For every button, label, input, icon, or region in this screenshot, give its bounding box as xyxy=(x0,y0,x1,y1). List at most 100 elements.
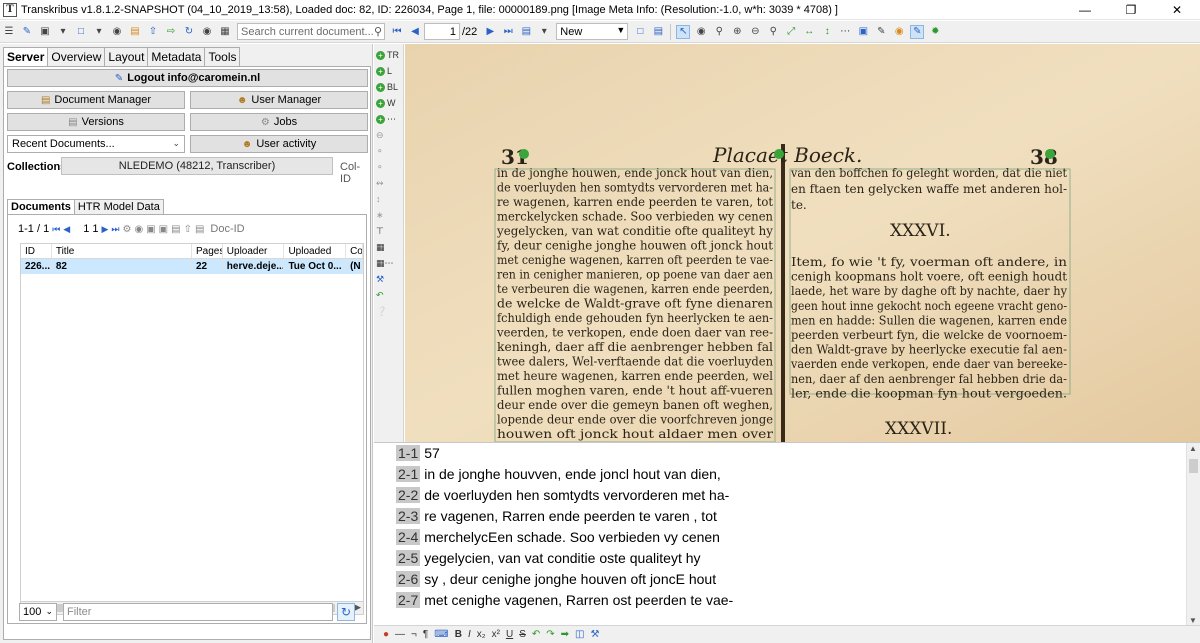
undo-icon[interactable]: ↶ xyxy=(532,629,540,640)
record-icon[interactable]: ◉ xyxy=(110,25,124,39)
last-page-icon[interactable]: ⏭ xyxy=(111,224,119,235)
previous-page-icon[interactable]: ◀ xyxy=(63,224,70,235)
zoom-out-icon[interactable]: ⊖ xyxy=(748,25,762,39)
line-text[interactable]: 57 xyxy=(424,445,440,461)
brush-icon[interactable]: ✎ xyxy=(874,25,888,39)
status-select[interactable]: New ▼ xyxy=(556,23,629,40)
gear-icon[interactable]: ⚙ xyxy=(123,224,132,235)
subscript-icon[interactable]: x₂ xyxy=(477,629,486,640)
cursor-icon[interactable]: ↖ xyxy=(676,24,691,39)
line-text[interactable]: sy , deur cenighe jonghe houven oft jonc… xyxy=(424,571,716,587)
tab-htr-model-data[interactable]: HTR Model Data xyxy=(73,199,164,215)
line-icon[interactable]: — xyxy=(395,629,405,640)
transcription-editor[interactable]: 1-1 57 2-1 in de jonghe houvven, ende jonc… xyxy=(374,442,1200,626)
pencil-icon[interactable]: ✎ xyxy=(20,25,34,39)
wrench-tool[interactable]: ⚒ xyxy=(376,272,402,286)
scroll-down-icon[interactable]: ▼ xyxy=(1189,616,1197,625)
help-tool[interactable]: ❔ xyxy=(376,304,402,318)
transcription-line[interactable]: 2-6 sy , deur cenighe jonghe houven oft j… xyxy=(396,569,716,589)
zoom-fit-icon[interactable]: ⚲ xyxy=(766,25,780,39)
column-header-co[interactable]: Co xyxy=(346,244,363,258)
transcription-line[interactable]: 2-4 merchelycEen schade. Soo verbieden vy… xyxy=(396,527,720,547)
edit-mode-icon[interactable]: ✎ xyxy=(910,24,925,39)
transcription-line[interactable]: 2-1 in de jonghe houvven, ende joncl hout… xyxy=(396,464,721,484)
add-line-tool[interactable]: + L xyxy=(376,64,402,78)
line-text[interactable]: merchelycEen schade. Soo verbieden vy ce… xyxy=(424,529,720,545)
page-number-input[interactable]: 1 xyxy=(424,23,460,40)
recent-documents-select[interactable]: Recent Documents... ⌄ xyxy=(7,135,185,153)
close-button[interactable]: ✕ xyxy=(1154,0,1200,20)
previous-page-icon[interactable]: ◀ xyxy=(408,25,422,39)
wrench-icon[interactable]: ⚒ xyxy=(590,629,599,640)
line-text[interactable]: de voerluyden hen somtydts vervorderen m… xyxy=(424,487,729,503)
logout-button[interactable]: ✎ Logout info@caromein.nl xyxy=(7,69,368,87)
documents-page-input[interactable]: 1 xyxy=(83,223,89,235)
split-h-tool[interactable]: ↭ xyxy=(376,176,402,190)
transcription-line[interactable]: 2-5 yegelycien, van vat conditie oste qua… xyxy=(396,548,701,568)
not-sign-icon[interactable]: ¬ xyxy=(411,629,417,640)
minimize-button[interactable]: — xyxy=(1062,0,1108,20)
document-manager-button[interactable]: ▤ Document Manager xyxy=(7,91,185,109)
binoculars-icon[interactable]: ◉ xyxy=(200,25,214,39)
user-activity-button[interactable]: ☻ User activity xyxy=(190,135,368,153)
transcription-line[interactable]: 1-1 57 xyxy=(396,443,440,463)
monitor-icon[interactable]: □ xyxy=(74,25,88,39)
tab-documents[interactable]: Documents xyxy=(7,199,75,215)
save-icon[interactable]: ▤ xyxy=(519,25,533,39)
eye-icon[interactable]: ◉ xyxy=(694,25,708,39)
transcription-line[interactable]: 2-7 met cenighe vagenen, Rarren ost peerd… xyxy=(396,590,733,610)
collection-selector[interactable]: NLEDEMO (48212, Transcriber) xyxy=(61,157,333,175)
italic-icon[interactable]: I xyxy=(468,629,471,640)
transcription-line[interactable]: 2-2 de voerluyden hen somtydts vervordere… xyxy=(396,485,729,505)
split-v-tool[interactable]: ↕ xyxy=(376,192,402,206)
page-image-viewer[interactable]: 31 Placaet Boeck. 38 in de jonghe houwen… xyxy=(405,44,1200,442)
line-text[interactable]: yegelycien, van vat conditie oste qualit… xyxy=(424,550,700,566)
remove-point-tool[interactable]: ⊖ xyxy=(376,128,402,142)
fit-width-icon[interactable]: ↔ xyxy=(802,25,816,39)
delete-icon[interactable]: ◉ xyxy=(134,224,143,235)
window-icon[interactable]: ▣ xyxy=(38,25,52,39)
column-header-uploader[interactable]: Uploader xyxy=(223,244,285,258)
duplicate-icon[interactable]: ▣ xyxy=(146,224,155,235)
first-page-icon[interactable]: ⏮ xyxy=(390,25,404,39)
export-icon[interactable]: ⇧ xyxy=(184,224,192,235)
more-icon[interactable]: ⋯ xyxy=(838,25,852,39)
dropdown-arrow-icon[interactable]: ▾ xyxy=(537,25,551,39)
first-page-icon[interactable]: ⏮ xyxy=(52,224,60,235)
superscript-icon[interactable]: x² xyxy=(492,629,500,640)
line-text[interactable]: in de jonghe houvven, ende joncl hout va… xyxy=(424,466,721,482)
page-size-select[interactable]: 100 ⌄ xyxy=(19,603,57,621)
redo-icon[interactable]: ↷ xyxy=(546,629,554,640)
upload-icon[interactable]: ⇧ xyxy=(146,25,160,39)
tab-server[interactable]: Server xyxy=(3,47,49,67)
split-line-tool[interactable]: ∗ xyxy=(376,208,402,222)
dropdown-arrow-icon[interactable]: ▾ xyxy=(56,25,70,39)
search-document-input[interactable]: Search current document... ⚲ xyxy=(237,23,385,40)
jobs-button[interactable]: ⚙ Jobs xyxy=(190,113,368,131)
zoom-in-icon[interactable]: ⊕ xyxy=(730,25,744,39)
add-word-tool[interactable]: + W xyxy=(376,96,402,110)
scroll-up-icon[interactable]: ▲ xyxy=(1189,444,1197,453)
maximize-button[interactable]: ❐ xyxy=(1108,0,1154,20)
underline-icon[interactable]: U xyxy=(506,629,513,640)
fit-page-icon[interactable]: ⤢ xyxy=(784,25,798,39)
user-manager-button[interactable]: ☻ User Manager xyxy=(190,91,368,109)
vertical-scrollbar[interactable]: ▲ ▼ xyxy=(1186,443,1200,626)
undo-tool[interactable]: ↶ xyxy=(376,288,402,302)
next-page-icon[interactable]: ▶ xyxy=(483,25,497,39)
add-shape-tool[interactable]: + ⋯ xyxy=(376,112,402,126)
tab-tools[interactable]: Tools xyxy=(204,47,241,67)
versions-button[interactable]: ▤ Versions xyxy=(7,113,185,131)
dropdown-arrow-icon[interactable]: ▾ xyxy=(92,25,106,39)
menu-icon[interactable]: ☰ xyxy=(2,25,16,39)
fit-height-icon[interactable]: ↕ xyxy=(820,25,834,39)
search-icon[interactable]: ⚲ xyxy=(374,25,382,38)
copy-icon[interactable]: ▤ xyxy=(171,224,180,235)
line-text[interactable]: met cenighe vagenen, Rarren ost peerden … xyxy=(424,592,733,608)
move-icon[interactable]: ▣ xyxy=(159,224,168,235)
export-icon[interactable]: ⇨ xyxy=(164,25,178,39)
table-options-tool[interactable]: ▦ ⋯ xyxy=(376,256,402,270)
paragraph-icon[interactable]: ¶ xyxy=(423,629,428,640)
zoom-region-icon[interactable]: ⚲ xyxy=(712,25,726,39)
page-icon[interactable]: □ xyxy=(633,25,647,39)
